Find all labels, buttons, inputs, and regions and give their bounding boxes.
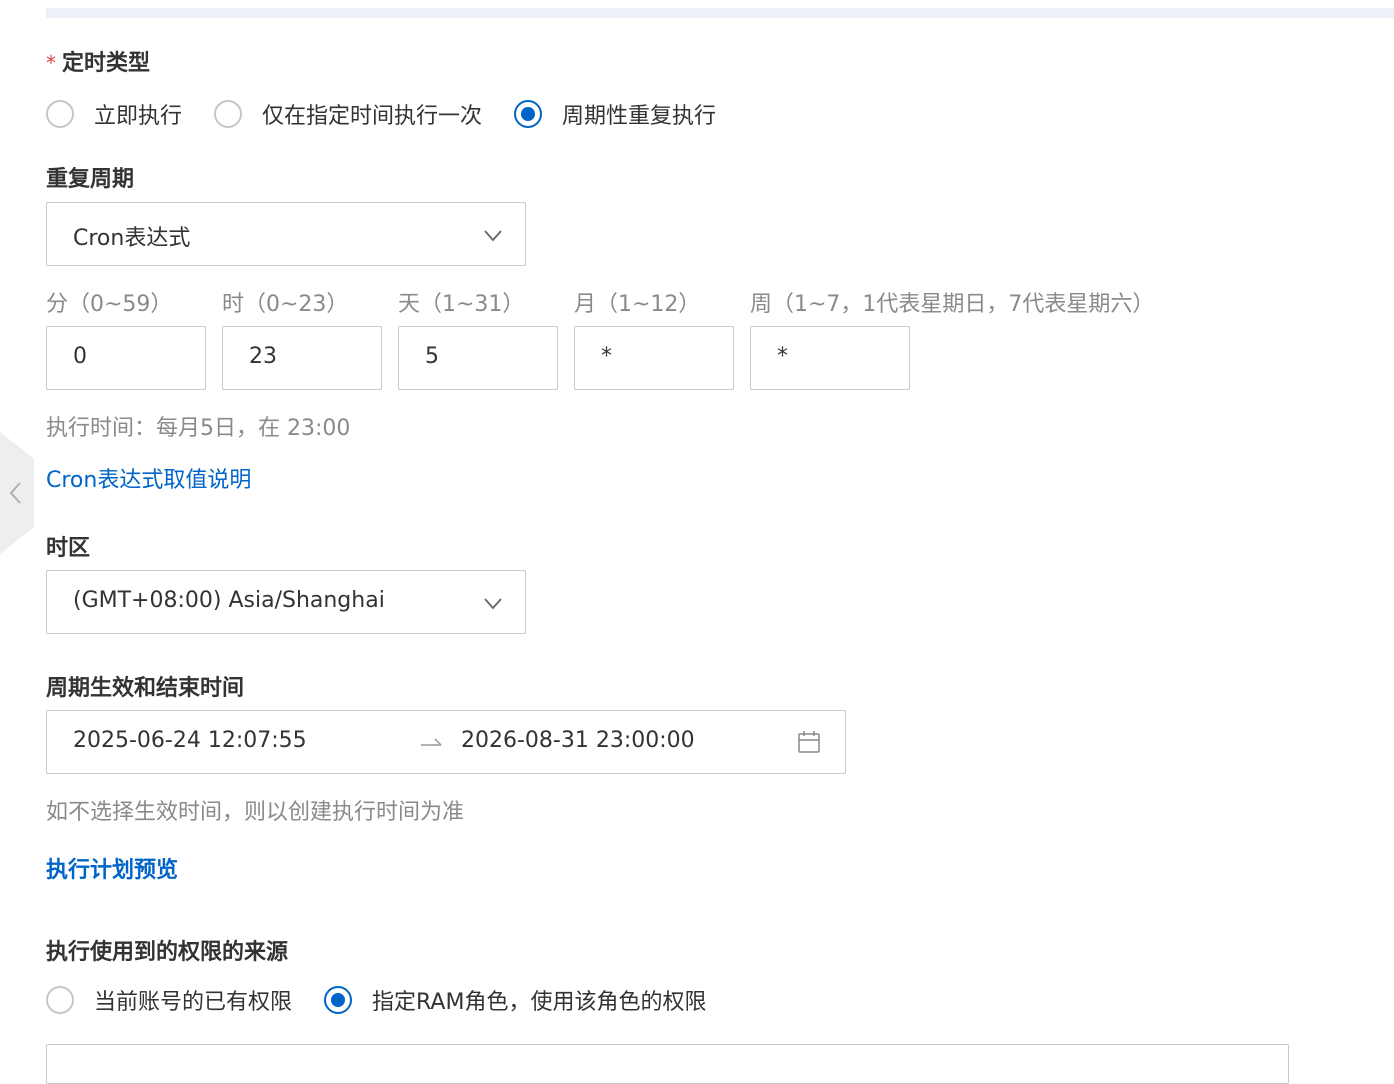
ram-role-select[interactable]: [46, 1044, 1289, 1084]
chevron-down-icon: [484, 598, 502, 610]
calendar-icon[interactable]: [797, 730, 821, 754]
cron-minute-input[interactable]: 0: [46, 326, 206, 390]
period-label: 周期生效和结束时间: [46, 676, 245, 701]
required-mark: *: [46, 51, 56, 75]
cron-day-value: 5: [425, 344, 439, 369]
radio-periodic[interactable]: 周期性重复执行: [514, 98, 716, 130]
permission-source-radio-group: 当前账号的已有权限 指定RAM角色，使用该角色的权限: [46, 984, 738, 1016]
radio-label: 周期性重复执行: [562, 104, 717, 129]
timezone-value: (GMT+08:00) Asia/Shanghai: [73, 588, 385, 613]
arrow-right-icon: [421, 738, 442, 746]
radio-label: 当前账号的已有权限: [94, 990, 293, 1015]
permission-source-label: 执行使用到的权限的来源: [46, 940, 289, 965]
radio-ram-role[interactable]: 指定RAM角色，使用该角色的权限: [324, 984, 706, 1016]
start-date-value[interactable]: 2025-06-24 12:07:55: [73, 728, 307, 753]
radio-circle[interactable]: [46, 100, 74, 128]
repeat-cycle-value: Cron表达式: [73, 226, 191, 251]
cron-week-input[interactable]: *: [750, 326, 910, 390]
repeat-cycle-select[interactable]: Cron表达式: [46, 202, 526, 266]
schedule-type-label-text: 定时类型: [62, 51, 151, 76]
cron-header-week: 周（1~7，1代表星期日，7代表星期六）: [750, 292, 1155, 317]
radio-current-account[interactable]: 当前账号的已有权限: [46, 984, 292, 1016]
cron-minute-value: 0: [73, 344, 87, 369]
execution-time-text: 执行时间：每月5日，在 23:00: [46, 416, 351, 441]
cron-help-link[interactable]: Cron表达式取值说明: [46, 462, 251, 494]
date-range-picker[interactable]: 2025-06-24 12:07:55 2026-08-31 23:00:00: [46, 710, 846, 774]
cron-hour-value: 23: [249, 344, 277, 369]
radio-immediate[interactable]: 立即执行: [46, 98, 182, 130]
cron-month-value: *: [601, 344, 612, 369]
chevron-down-icon: [484, 230, 502, 242]
cron-week-value: *: [777, 344, 788, 369]
timezone-label: 时区: [46, 536, 91, 561]
execution-plan-preview-link[interactable]: 执行计划预览: [46, 852, 178, 884]
chevron-left-icon: [9, 482, 21, 504]
repeat-cycle-label: 重复周期: [46, 167, 135, 192]
cron-day-input[interactable]: 5: [398, 326, 558, 390]
sidebar-collapse-tab[interactable]: [0, 432, 34, 554]
cron-month-input[interactable]: *: [574, 326, 734, 390]
end-date-value[interactable]: 2026-08-31 23:00:00: [461, 728, 695, 753]
radio-circle[interactable]: [46, 986, 74, 1014]
radio-label: 指定RAM角色，使用该角色的权限: [372, 990, 707, 1015]
radio-label: 立即执行: [94, 104, 183, 129]
cron-header-day: 天（1~31）: [398, 292, 525, 317]
cron-header-month: 月（1~12）: [574, 292, 701, 317]
schedule-type-radio-group: 立即执行 仅在指定时间执行一次 周期性重复执行: [46, 98, 748, 130]
timezone-select[interactable]: (GMT+08:00) Asia/Shanghai: [46, 570, 526, 634]
cron-header-minute: 分（0~59）: [46, 292, 173, 317]
cron-header-hour: 时（0~23）: [222, 292, 349, 317]
cron-hour-input[interactable]: 23: [222, 326, 382, 390]
period-hint: 如不选择生效时间，则以创建执行时间为准: [46, 800, 465, 825]
radio-circle-selected[interactable]: [514, 100, 543, 128]
radio-label: 仅在指定时间执行一次: [262, 104, 483, 129]
radio-once-at-time[interactable]: 仅在指定时间执行一次: [214, 98, 482, 130]
top-divider-strip: [46, 8, 1394, 18]
radio-circle[interactable]: [214, 100, 243, 128]
schedule-type-label: * 定时类型: [46, 45, 150, 77]
radio-circle-selected[interactable]: [324, 986, 353, 1014]
